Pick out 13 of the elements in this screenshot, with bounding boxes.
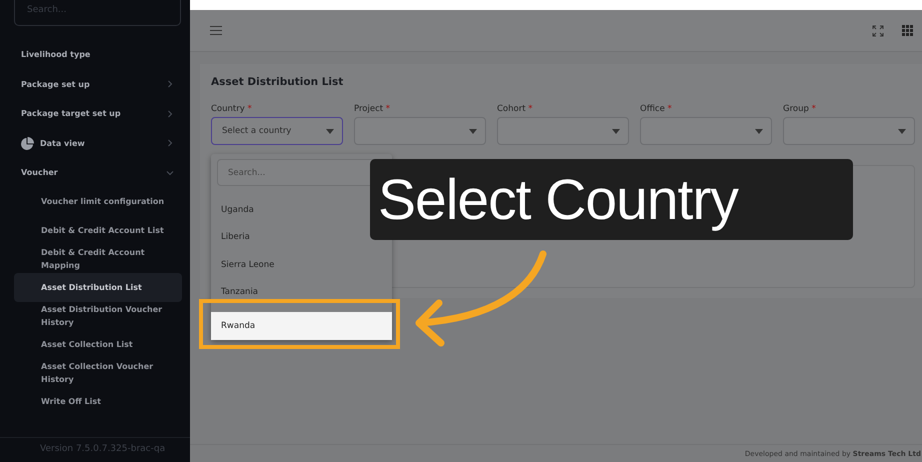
field-label: Cohort * [497, 104, 534, 114]
field-label: Project * [354, 104, 392, 114]
callout-tooltip: Select Country [370, 159, 853, 240]
field-label: Group * [783, 104, 817, 114]
required-mark: * [247, 104, 252, 114]
page-title: Asset Distribution List [211, 76, 344, 88]
required-mark: * [528, 104, 533, 114]
required-mark: * [386, 104, 390, 114]
version-text: Version 7.5.0.7.325-brac-qa [0, 437, 190, 462]
required-mark: * [812, 104, 816, 114]
field-label: Country * [211, 104, 253, 114]
field-label: Office * [640, 104, 673, 114]
required-mark: * [668, 104, 672, 114]
